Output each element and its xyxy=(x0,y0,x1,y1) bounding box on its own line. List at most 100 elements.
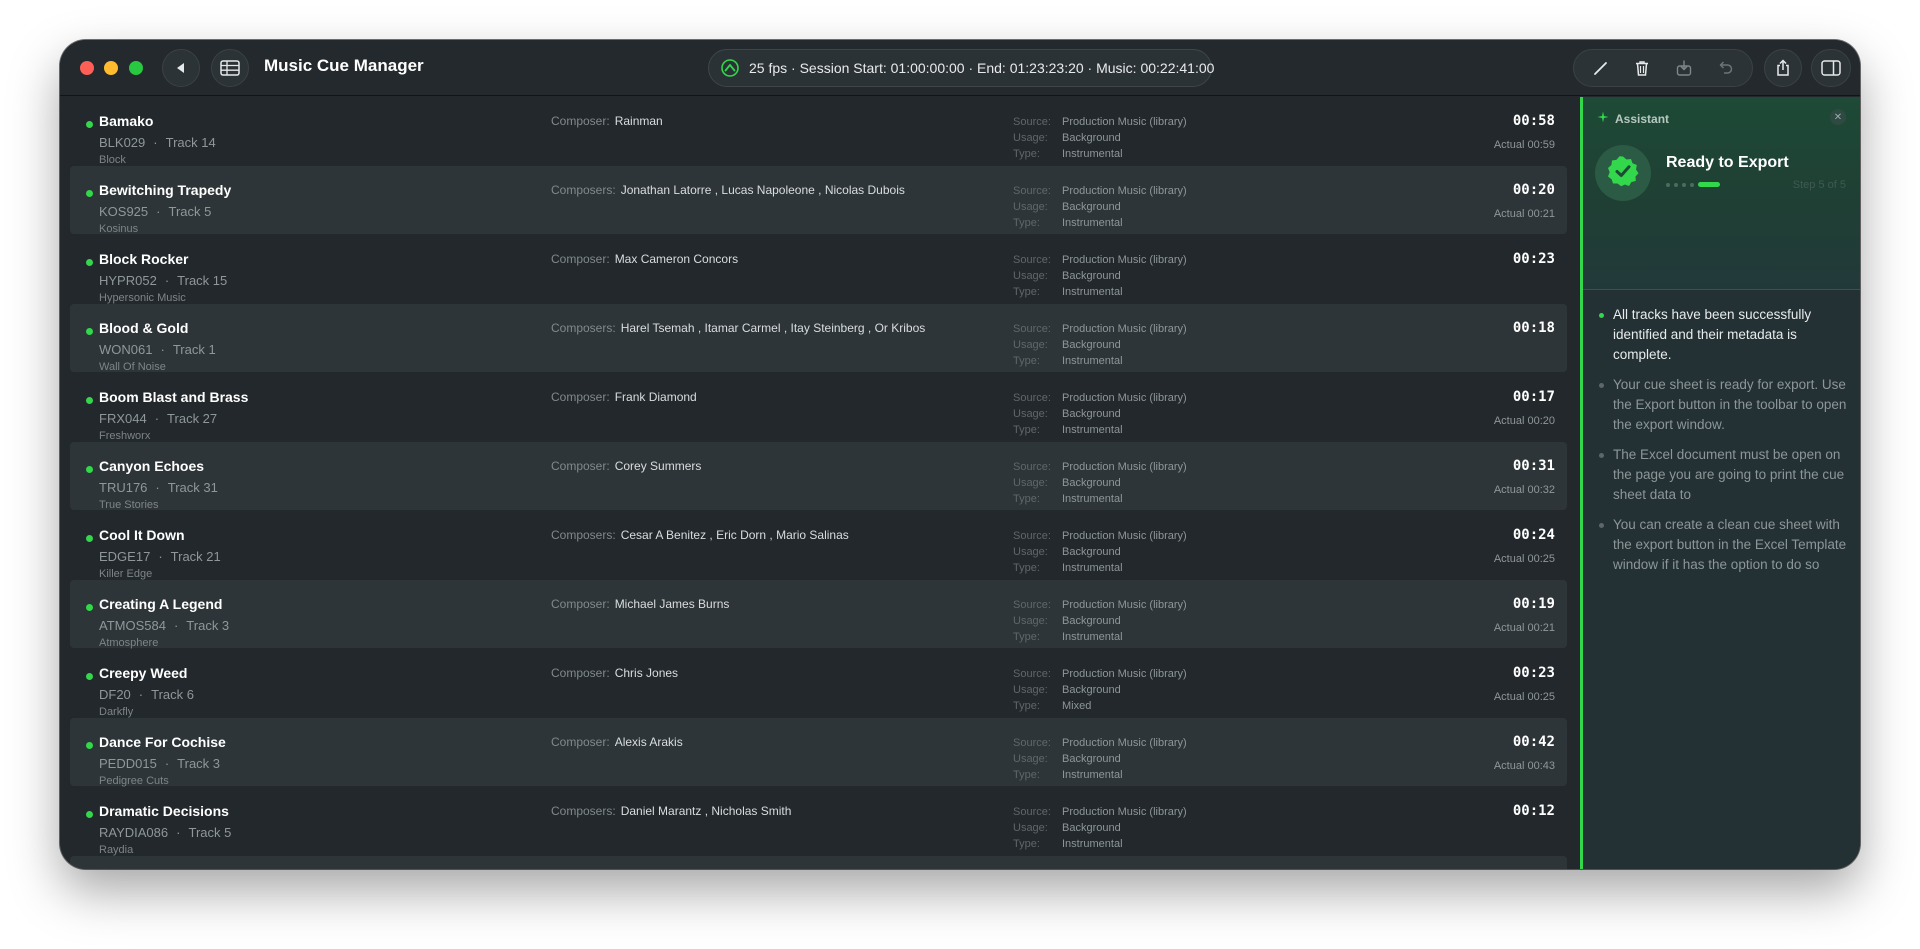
track-catalog: TRU176 · Track 31 xyxy=(99,480,218,495)
composer-names: Corey Summers xyxy=(614,459,702,473)
track-row[interactable]: Block Rocker HYPR052 · Track 15 Hypersonic M… xyxy=(70,235,1567,304)
track-row[interactable]: Creepy Weed DF20 · Track 6 Darkfly Composer: C… xyxy=(70,649,1567,718)
track-meta: Source: Production Music (library) Usage: B… xyxy=(1013,528,1187,576)
actual-duration: Actual 00:25 xyxy=(1493,553,1555,565)
toolbar: Music Cue Manager 25 fps · Session Start… xyxy=(60,40,1860,96)
actual-duration: Actual 00:32 xyxy=(1493,484,1555,496)
catalog-code: ATMOS584 xyxy=(99,618,166,633)
library-label: Pedigree Cuts xyxy=(99,775,169,787)
usage-key: Usage: xyxy=(1013,546,1048,558)
track-duration: 00:23 xyxy=(1512,251,1555,267)
type-value: Instrumental xyxy=(1062,424,1123,436)
minimize-window-button[interactable] xyxy=(104,61,118,75)
back-button[interactable] xyxy=(162,49,200,87)
status-badge xyxy=(1595,145,1651,201)
type-key: Type: xyxy=(1013,493,1040,505)
sidebar-icon xyxy=(1821,60,1841,76)
type-value: Instrumental xyxy=(1062,355,1123,367)
track-row[interactable]: Blood & Gold WON061 · Track 1 Wall Of Noise C… xyxy=(70,304,1567,373)
track-meta: Source: Production Music (library) Usage: B… xyxy=(1013,597,1187,645)
share-button[interactable] xyxy=(1764,49,1802,87)
separator-dot: · xyxy=(164,273,170,288)
usage-value: Background xyxy=(1062,615,1121,627)
track-title: Boom Blast and Brass xyxy=(99,389,249,405)
source-value: Production Music (library) xyxy=(1062,392,1187,404)
source-key: Source: xyxy=(1013,737,1051,749)
step-dot xyxy=(1666,182,1670,187)
library-label: Killer Edge xyxy=(99,568,153,580)
track-meta: Source: Production Music (library) Usage: B… xyxy=(1013,321,1187,369)
track-meta: Source: Production Music (library) Usage: B… xyxy=(1013,252,1187,300)
trash-icon[interactable] xyxy=(1627,53,1657,83)
separator-dot: · xyxy=(153,135,158,150)
library-label: Raydia xyxy=(99,844,134,856)
track-row[interactable] xyxy=(70,856,1567,869)
track-row[interactable]: Dramatic Decisions RAYDIA086 · Track 5 Raydi… xyxy=(70,787,1567,856)
session-info-pill[interactable]: 25 fps · Session Start: 01:00:00:00 · En… xyxy=(708,49,1214,87)
type-value: Instrumental xyxy=(1062,286,1123,298)
identified-status-dot xyxy=(86,328,93,335)
usage-value: Background xyxy=(1062,339,1121,351)
undo-icon[interactable] xyxy=(1710,53,1740,83)
step-label: Step 5 of 5 xyxy=(1792,179,1846,191)
catalog-code: EDGE17 xyxy=(99,549,151,564)
track-row[interactable]: Canyon Echoes TRU176 · Track 31 True Stories… xyxy=(70,442,1567,511)
edit-actions-group xyxy=(1573,49,1753,87)
source-value: Production Music (library) xyxy=(1062,323,1187,335)
usage-value: Background xyxy=(1062,408,1121,420)
track-duration: 00:19 xyxy=(1512,596,1555,612)
table-view-button[interactable] xyxy=(211,49,249,87)
cue-list: Bamako BLK029 · Track 14 Block Composer: Rainm… xyxy=(60,97,1568,869)
identified-status-dot xyxy=(86,190,93,197)
track-meta: Source: Production Music (library) Usage: B… xyxy=(1013,114,1187,162)
step-progress xyxy=(1666,182,1720,187)
step-dot xyxy=(1674,182,1678,187)
type-key: Type: xyxy=(1013,424,1040,436)
close-assistant-button[interactable]: ✕ xyxy=(1830,109,1846,125)
track-catalog: KOS925 · Track 5 xyxy=(99,204,211,219)
usage-value: Background xyxy=(1062,546,1121,558)
track-catalog: ATMOS584 · Track 3 xyxy=(99,618,229,633)
track-meta: Source: Production Music (library) Usage: B… xyxy=(1013,735,1187,783)
composer-key: Composers: xyxy=(551,804,616,818)
type-key: Type: xyxy=(1013,700,1040,712)
separator-dot: · xyxy=(164,756,170,771)
track-duration: 00:24 xyxy=(1512,527,1555,543)
type-value: Mixed xyxy=(1062,700,1092,712)
assistant-note: All tracks have been successfully identi… xyxy=(1597,305,1849,365)
identified-status-dot xyxy=(86,742,93,749)
actual-duration: Actual 00:25 xyxy=(1493,691,1555,703)
composer-names: Chris Jones xyxy=(614,666,679,680)
source-value: Production Music (library) xyxy=(1062,254,1187,266)
close-window-button[interactable] xyxy=(80,61,94,75)
import-icon[interactable] xyxy=(1669,53,1699,83)
composer-names: Rainman xyxy=(614,114,663,128)
catalog-code: TRU176 xyxy=(99,480,148,495)
track-duration: 00:58 xyxy=(1512,113,1555,129)
assistant-panel: Assistant ✕ Ready to Export Step 5 of 5 … xyxy=(1580,97,1860,869)
composer-field: Composer: Corey Summers xyxy=(551,459,701,473)
usage-key: Usage: xyxy=(1013,822,1048,834)
track-catalog: DF20 · Track 6 xyxy=(99,687,194,702)
track-row[interactable]: Boom Blast and Brass FRX044 · Track 27 Fresh… xyxy=(70,373,1567,442)
track-row[interactable]: Cool It Down EDGE17 · Track 21 Killer Edge Co… xyxy=(70,511,1567,580)
track-meta: Source: Production Music (library) Usage: B… xyxy=(1013,459,1187,507)
source-value: Production Music (library) xyxy=(1062,461,1187,473)
zoom-window-button[interactable] xyxy=(129,61,143,75)
track-row[interactable]: Creating A Legend ATMOS584 · Track 3 Atmosph… xyxy=(70,580,1567,649)
source-key: Source: xyxy=(1013,668,1051,680)
track-number: Track 3 xyxy=(186,618,230,633)
track-title: Block Rocker xyxy=(99,251,189,267)
track-row[interactable]: Bewitching Trapedy KOS925 · Track 5 Kosinus C… xyxy=(70,166,1567,235)
track-row[interactable]: Bamako BLK029 · Track 14 Block Composer: Rainm… xyxy=(70,97,1567,166)
type-value: Instrumental xyxy=(1062,148,1123,160)
track-catalog: RAYDIA086 · Track 5 xyxy=(99,825,231,840)
verified-check-icon xyxy=(1607,155,1639,192)
toggle-sidebar-button[interactable] xyxy=(1811,49,1851,87)
track-row[interactable]: Dance For Cochise PEDD015 · Track 3 Pedigree… xyxy=(70,718,1567,787)
library-label: Freshworx xyxy=(99,430,151,442)
track-number: Track 3 xyxy=(177,756,221,771)
pencil-icon[interactable] xyxy=(1586,53,1616,83)
actual-duration: Actual 00:43 xyxy=(1493,760,1555,772)
assistant-note: The Excel document must be open on the p… xyxy=(1597,445,1849,505)
